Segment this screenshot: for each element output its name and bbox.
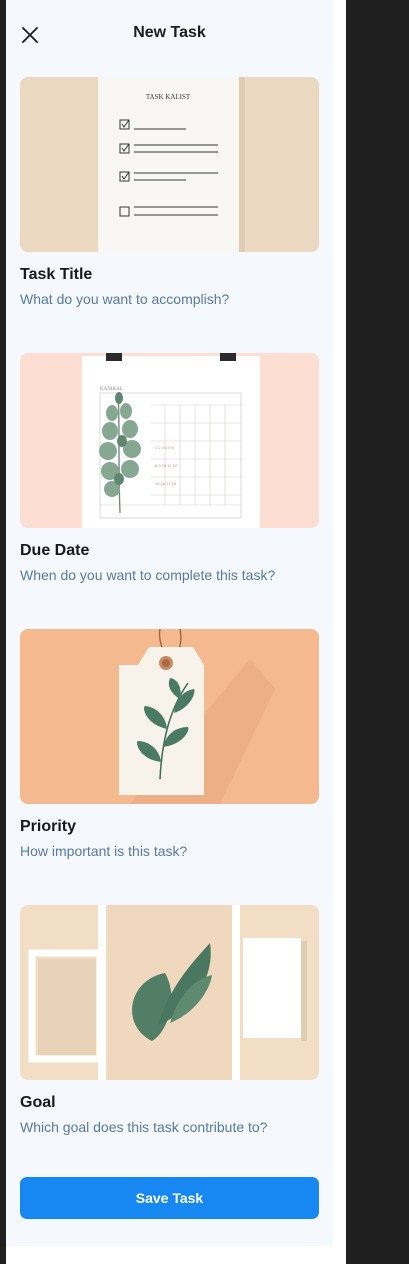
- svg-text:1 2 3 4 5 6: 1 2 3 4 5 6: [155, 445, 175, 450]
- svg-text:15 16 17 18: 15 16 17 18: [155, 481, 177, 486]
- header: New Task: [6, 0, 333, 70]
- svg-text:8 9 10 11 12: 8 9 10 11 12: [155, 463, 178, 468]
- save-task-button[interactable]: Save Task: [20, 1177, 319, 1219]
- tag-illustration: [20, 629, 319, 804]
- section-subtitle: Which goal does this task contribute to?: [20, 1119, 268, 1135]
- task-title-section[interactable]: TASK KALIST Task Title What do you want …: [20, 77, 319, 317]
- outside-area: [346, 0, 409, 1264]
- frames-illustration: [20, 905, 319, 1080]
- page-footer-space: [6, 1246, 346, 1264]
- calendar-heading: KANIKAL: [100, 387, 123, 392]
- section-title: Priority: [20, 818, 77, 835]
- goal-section[interactable]: Goal Which goal does this task contribut…: [20, 905, 319, 1145]
- section-title: Due Date: [20, 542, 90, 559]
- section-title: Task Title: [20, 266, 93, 283]
- page-margin: [333, 0, 346, 1246]
- section-subtitle: What do you want to accomplish?: [20, 291, 230, 307]
- new-task-screen: New Task TASK KALIST Task Title What do …: [6, 0, 333, 1246]
- section-title: Goal: [20, 1094, 56, 1111]
- task-list-illustration: TASK KALIST: [20, 77, 319, 252]
- list-heading: TASK KALIST: [146, 93, 191, 101]
- priority-section[interactable]: Priority How important is this task?: [20, 629, 319, 869]
- section-subtitle: When do you want to complete this task?: [20, 567, 276, 583]
- due-date-section[interactable]: KANIKAL 1 2 3 4 5 6 8 9 10 11 12 15 16 1…: [20, 353, 319, 593]
- section-subtitle: How important is this task?: [20, 843, 188, 859]
- calendar-illustration: KANIKAL 1 2 3 4 5 6 8 9 10 11 12 15 16 1…: [20, 353, 319, 528]
- page-title: New Task: [133, 24, 206, 41]
